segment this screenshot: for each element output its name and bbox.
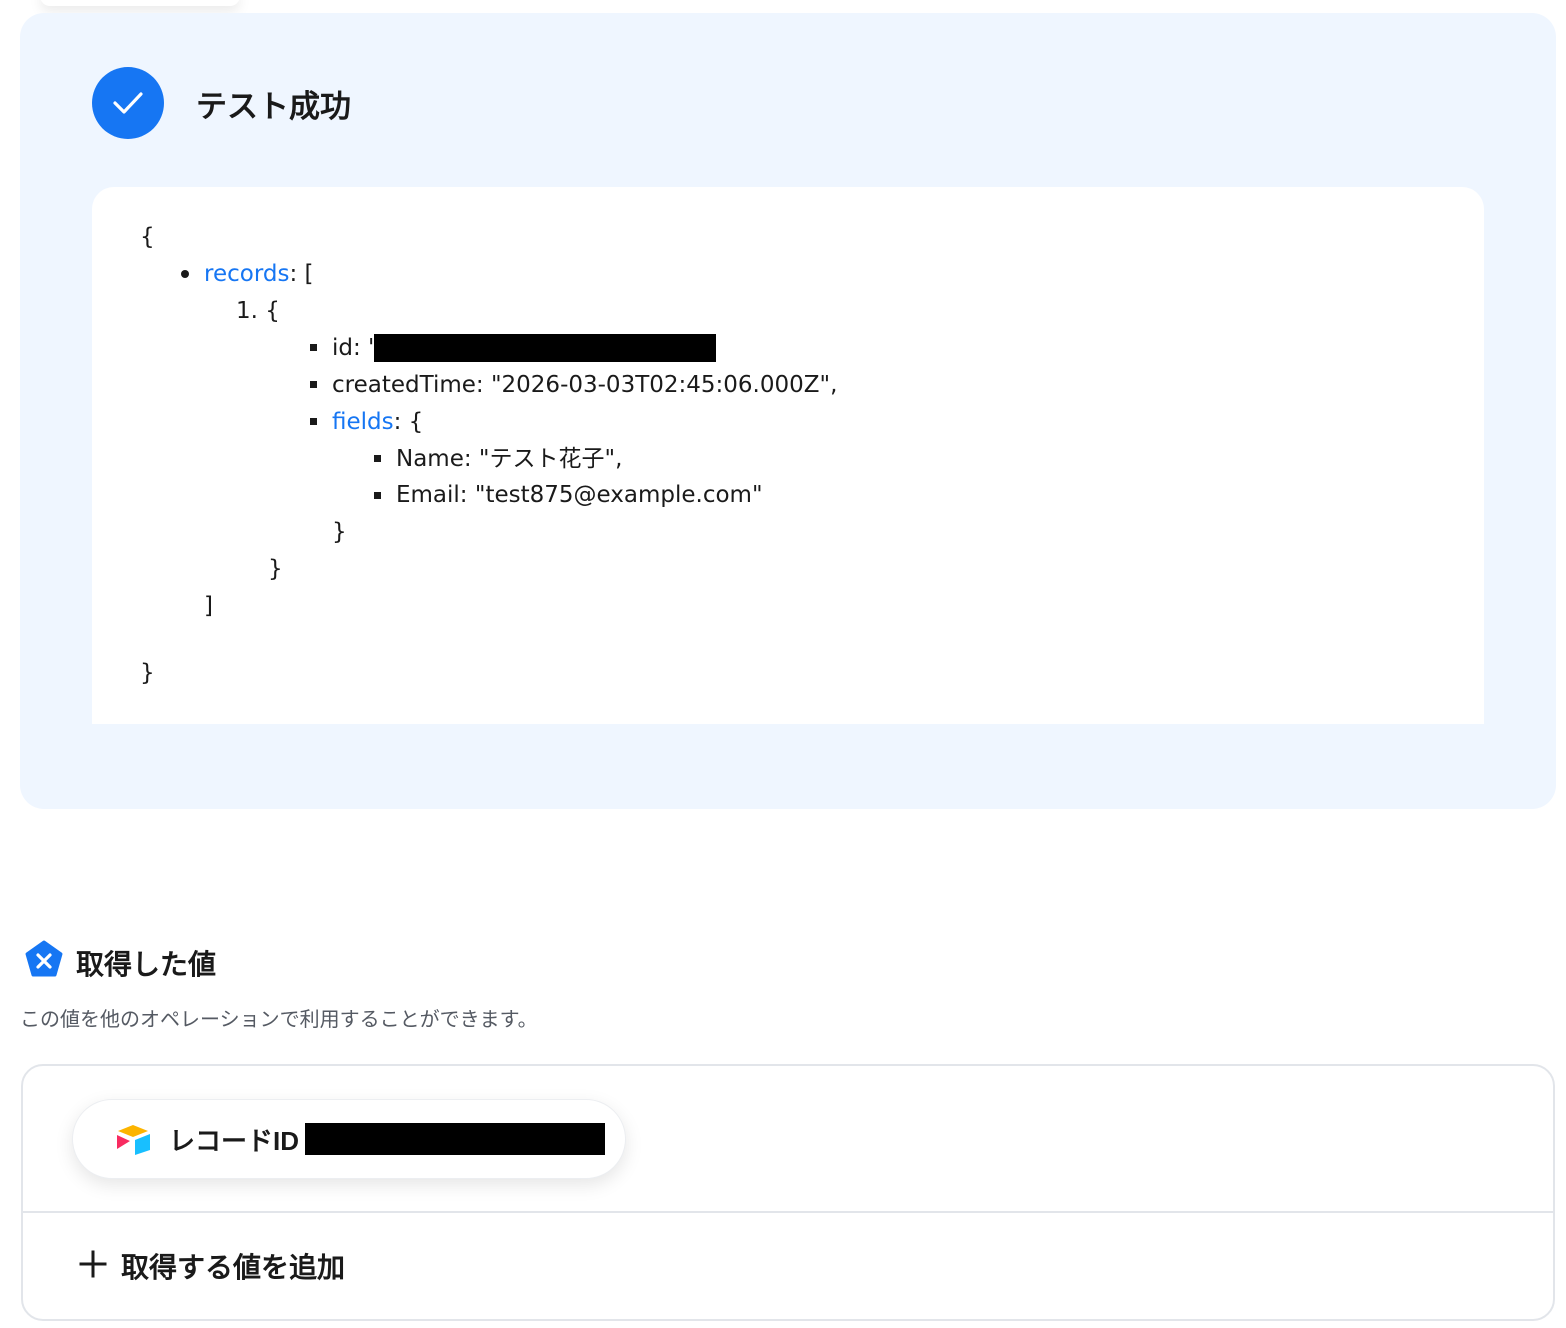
- id-line: id: ": [332, 335, 379, 361]
- check-icon: [92, 67, 164, 139]
- record-index: 1.: [236, 298, 258, 324]
- json-close-brace: }: [140, 660, 155, 686]
- bullet-square: [310, 418, 317, 425]
- name-line: Name: "テスト花子",: [396, 446, 623, 472]
- redacted-id: [374, 334, 716, 362]
- test-success-title: テスト成功: [196, 88, 351, 124]
- fields-suffix: : {: [393, 409, 424, 435]
- fields-key[interactable]: fields: [332, 409, 394, 435]
- records-close-bracket: ]: [204, 593, 213, 619]
- retrieved-values-description: この値を他のオペレーションで利用することができます。: [20, 1009, 538, 1031]
- add-value-label: 取得する値を追加: [121, 1252, 346, 1283]
- json-response-viewer: { records: [ 1. { id: " createdTime: "20…: [92, 187, 1484, 724]
- records-key[interactable]: records: [204, 261, 289, 287]
- created-time-line: createdTime: "2026-03-03T02:45:06.000Z",: [332, 372, 838, 398]
- record-id-value-pill[interactable]: レコードID: [72, 1099, 626, 1179]
- variable-x-icon: [24, 940, 64, 985]
- test-result-panel: テスト成功 { records: [ 1. { id: " createdTim…: [20, 13, 1556, 809]
- fields-line: fields: {: [332, 408, 423, 436]
- add-value-button[interactable]: 取得する値を追加: [79, 1246, 345, 1286]
- bullet-square: [374, 492, 381, 499]
- airtable-icon: [113, 1123, 153, 1155]
- record-id-label: レコードID: [169, 1125, 300, 1156]
- record-open-brace: {: [265, 298, 280, 324]
- retrieved-values-header: 取得した値: [24, 940, 216, 985]
- redacted-record-id: [305, 1123, 606, 1155]
- retrieved-values-card: レコードID 取得する値を追加: [21, 1064, 1555, 1321]
- fields-close-brace: }: [332, 519, 347, 545]
- previous-panel-edge: [40, 0, 240, 6]
- json-open-brace: {: [140, 224, 155, 250]
- bullet-square: [310, 344, 317, 351]
- records-suffix: : [: [289, 261, 314, 287]
- bullet-disc: [181, 270, 189, 278]
- records-line: records: [: [204, 260, 314, 288]
- retrieved-values-title: 取得した値: [76, 948, 217, 980]
- bullet-square: [374, 455, 381, 462]
- card-divider: [23, 1211, 1553, 1213]
- plus-icon: [79, 1250, 107, 1283]
- email-line: Email: "test875@example.com": [396, 482, 763, 508]
- record-close-brace: }: [268, 556, 283, 582]
- record-item-header: 1. {: [236, 297, 280, 325]
- test-success-header: テスト成功: [92, 67, 351, 139]
- bullet-square: [310, 381, 317, 388]
